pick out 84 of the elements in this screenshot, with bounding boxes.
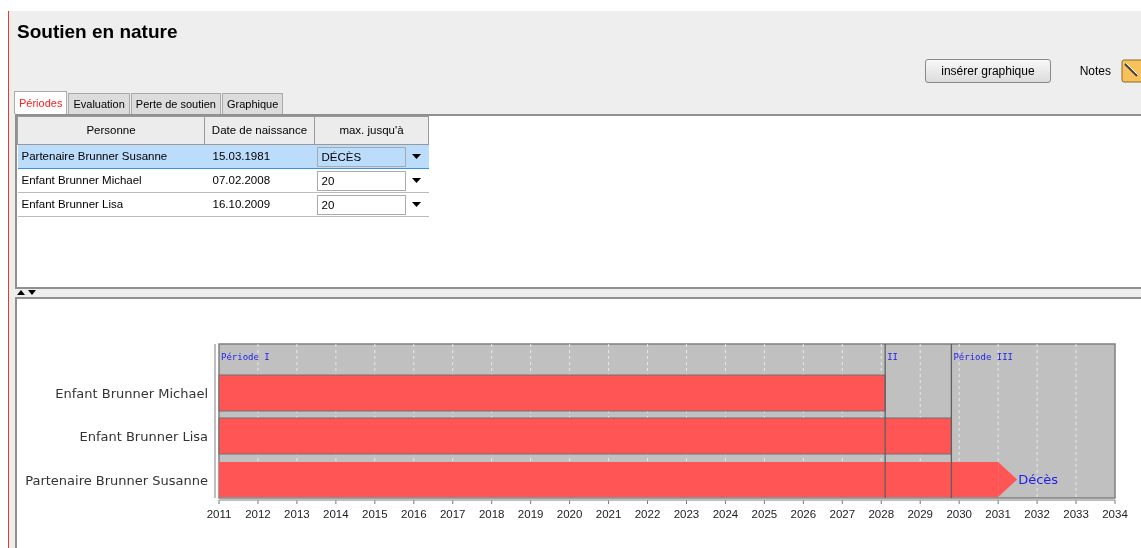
x-tick-label: 2024 <box>712 508 739 520</box>
category-label: Partenaire Brunner Susanne <box>25 472 208 488</box>
table-row[interactable]: Enfant Brunner Michael 07.02.2008 20 <box>17 168 429 193</box>
x-tick-label: 2026 <box>790 508 817 520</box>
tab[interactable]: Graphique <box>221 93 284 114</box>
arrow-head <box>998 462 1018 497</box>
axis-tick-label: 2033 <box>1063 499 1089 520</box>
axis-tick-label: 2023 <box>673 499 700 520</box>
table-cell: 15.03.1981 <box>204 144 315 169</box>
down-arrow-icon[interactable] <box>28 290 36 295</box>
axis-tick-label: 2012 <box>245 499 271 520</box>
page-title: Soutien en nature <box>17 20 179 44</box>
x-tick-label: 2015 <box>362 508 388 520</box>
notes-pencil-icon[interactable] <box>1121 59 1141 83</box>
category-label: Enfant Brunner Michael <box>55 386 208 401</box>
x-tick-label: 2022 <box>634 508 661 520</box>
insert-chart-button[interactable]: insérer graphique <box>925 59 1051 83</box>
tab[interactable]: Périodes <box>14 91 68 114</box>
axis-tick-label: 2020 <box>556 499 583 520</box>
table-cell: Enfant Brunner Michael <box>17 168 205 193</box>
x-tick-label: 2018 <box>478 508 505 520</box>
caret-icon[interactable] <box>411 154 421 159</box>
x-tick-label: 2033 <box>1063 508 1089 520</box>
axis-tick-label: 2032 <box>1024 499 1050 520</box>
x-tick-label: 2034 <box>1102 508 1129 520</box>
up-arrow-icon[interactable] <box>17 290 25 295</box>
x-tick-label: 2032 <box>1024 508 1050 520</box>
x-tick-label: 2017 <box>439 508 466 520</box>
axis-tick-label: 2016 <box>401 499 427 520</box>
column-header[interactable]: max. jusqu'à <box>314 116 429 145</box>
x-tick-label: 2013 <box>284 508 310 520</box>
table-cell: 16.10.2009 <box>204 192 315 217</box>
axis-tick-label: 2015 <box>362 499 388 520</box>
x-tick-label: 2021 <box>595 508 622 520</box>
axis-tick-label: 2021 <box>595 499 622 520</box>
axis-tick-label: 2031 <box>985 499 1011 520</box>
x-tick-label: 2012 <box>245 508 271 520</box>
axis-tick-label: 2028 <box>868 499 895 520</box>
notes-label: Notes <box>1079 63 1111 80</box>
dropdown-field[interactable]: 20 <box>316 170 406 191</box>
end-label: Décès <box>1018 471 1059 487</box>
period-label: Période I <box>221 352 270 362</box>
axis-tick-label: 2013 <box>284 499 310 520</box>
tab[interactable]: Perte de soutien <box>130 93 221 114</box>
x-tick-label: 2029 <box>907 508 934 520</box>
x-tick-label: 2030 <box>946 508 972 520</box>
table-row[interactable]: Partenaire Brunner Susanne 15.03.1981 DÉCÈS <box>17 144 429 169</box>
axis-tick-label: 2014 <box>323 499 349 520</box>
axis-tick-label: 2017 <box>439 499 466 520</box>
axis-tick-label: 2011 <box>206 499 232 520</box>
x-tick-label: 2019 <box>517 508 544 520</box>
axis-tick-label: 2022 <box>634 499 661 520</box>
period-label: Période III <box>953 352 1013 362</box>
axis-tick-label: 2024 <box>712 499 739 520</box>
table-cell: 07.02.2008 <box>204 168 315 193</box>
x-tick-label: 2027 <box>829 508 856 520</box>
axis-tick-label: 2030 <box>946 499 972 520</box>
category-label: Enfant Brunner Lisa <box>79 429 208 444</box>
dropdown-field[interactable]: 20 <box>316 194 406 215</box>
table-row[interactable]: Enfant Brunner Lisa 16.10.2009 20 <box>17 192 429 217</box>
x-tick-label: 2025 <box>751 508 778 520</box>
x-tick-label: 2011 <box>206 508 232 520</box>
column-header[interactable]: Personne <box>17 116 205 145</box>
axis-tick-label: 2026 <box>790 499 817 520</box>
x-tick-label: 2031 <box>985 508 1011 520</box>
x-tick-label: 2023 <box>673 508 700 520</box>
axis-tick-label: 2019 <box>517 499 544 520</box>
caret-icon[interactable] <box>411 178 421 183</box>
dropdown-field[interactable]: DÉCÈS <box>316 146 406 167</box>
table-cell: Partenaire Brunner Susanne <box>17 144 205 169</box>
x-tick-label: 2014 <box>323 508 350 520</box>
axis-tick-label: 2034 <box>1102 499 1128 520</box>
column-header[interactable]: Date de naissance <box>204 116 315 145</box>
axis-tick-label: 2027 <box>829 499 856 520</box>
x-tick-label: 2020 <box>556 508 583 520</box>
tab[interactable]: Evaluation <box>68 93 130 114</box>
period-label: II <box>887 352 898 362</box>
x-tick-label: 2028 <box>868 508 895 520</box>
axis-tick-label: 2018 <box>478 499 505 520</box>
axis-tick-label: 2025 <box>751 499 778 520</box>
caret-icon[interactable] <box>411 202 421 207</box>
axis-tick-label: 2029 <box>907 499 933 520</box>
table-cell: Enfant Brunner Lisa <box>17 192 205 217</box>
x-tick-label: 2016 <box>400 508 427 520</box>
